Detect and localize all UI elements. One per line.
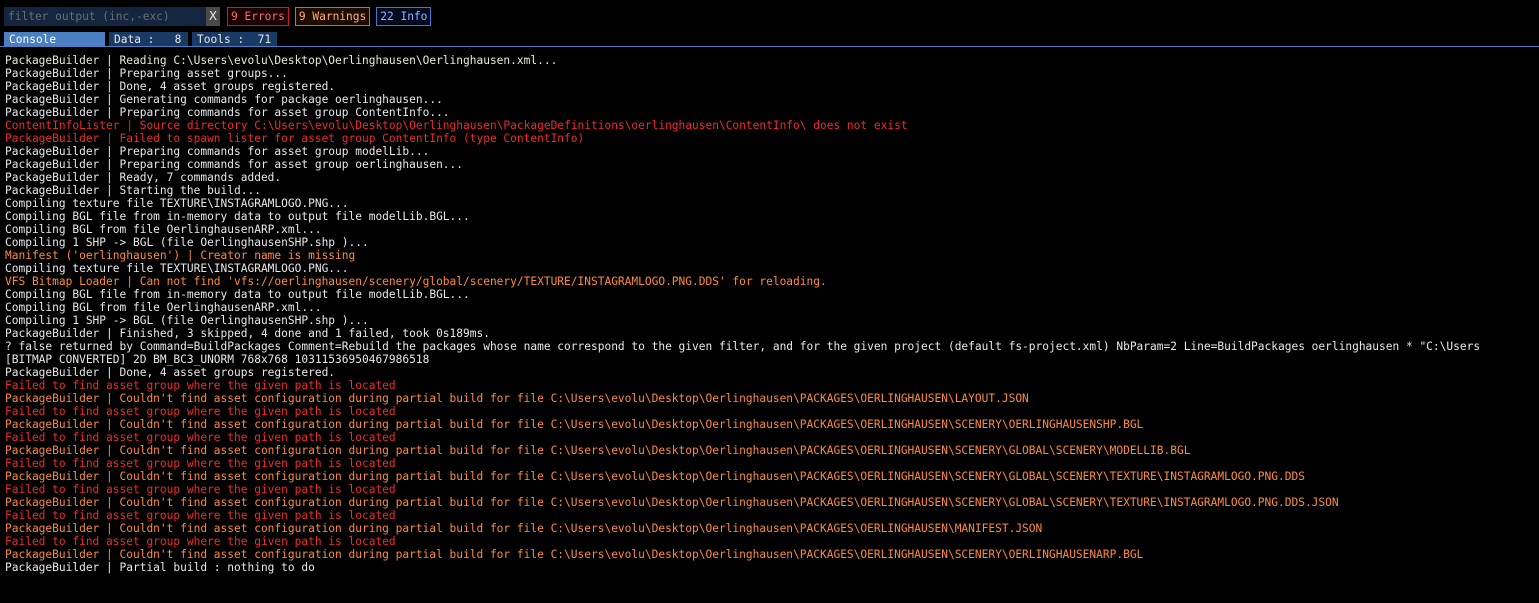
log-line-info: Compiling BGL file from in-memory data t… (5, 288, 470, 301)
tab-data[interactable]: Data : 8 (109, 32, 188, 47)
log-line-info: [BITMAP CONVERTED] 2D BM_BC3_UNORM 768x7… (5, 353, 430, 366)
log-line-info: PackageBuilder | Starting the build... (5, 184, 261, 197)
log-line-error: Failed to find asset group where the giv… (5, 431, 396, 444)
tab-bar: Console Data : 8 Tools : 71 (4, 32, 281, 47)
log-line-error: Failed to find asset group where the giv… (5, 483, 396, 496)
filter-box: X (4, 7, 220, 26)
log-line-warn: PackageBuilder | Couldn't find asset con… (5, 470, 1305, 483)
log-line-warn: PackageBuilder | Couldn't find asset con… (5, 418, 1144, 431)
tab-console[interactable]: Console (4, 32, 105, 47)
log-line-error: PackageBuilder | Failed to spawn lister … (5, 132, 585, 145)
console-output: PackageBuilder | Reading C:\Users\evolu\… (5, 54, 1539, 574)
log-line-info: Compiling 1 SHP -> BGL (file Oerlinghaus… (5, 236, 369, 249)
log-line-info: PackageBuilder | Reading C:\Users\evolu\… (5, 54, 558, 67)
toolbar: X 9 Errors 9 Warnings 22 Info (4, 7, 432, 26)
log-line-info: PackageBuilder | Partial build : nothing… (5, 561, 315, 574)
log-line-error: Failed to find asset group where the giv… (5, 379, 396, 392)
log-line-warn: PackageBuilder | Couldn't find asset con… (5, 444, 1191, 457)
filter-input[interactable] (4, 7, 204, 26)
log-line-info: PackageBuilder | Preparing commands for … (5, 158, 464, 171)
log-line-info: ? false returned by Command=BuildPackage… (5, 340, 1481, 353)
clear-filter-button[interactable]: X (206, 7, 220, 26)
log-line-info: PackageBuilder | Preparing commands for … (5, 145, 430, 158)
log-line-info: PackageBuilder | Finished, 3 skipped, 4 … (5, 327, 490, 340)
tab-divider (0, 46, 1539, 47)
log-line-info: PackageBuilder | Preparing commands for … (5, 106, 450, 119)
log-line-warn: PackageBuilder | Couldn't find asset con… (5, 522, 1043, 535)
log-line-info: PackageBuilder | Preparing asset groups.… (5, 67, 288, 80)
log-line-warn: PackageBuilder | Couldn't find asset con… (5, 548, 1144, 561)
log-line-info: PackageBuilder | Ready, 7 commands added… (5, 171, 282, 184)
log-line-info: PackageBuilder | Done, 4 asset groups re… (5, 80, 336, 93)
log-line-info: Compiling BGL file from in-memory data t… (5, 210, 470, 223)
warnings-filter-button[interactable]: 9 Warnings (294, 7, 371, 26)
log-line-info: Compiling texture file TEXTURE\INSTAGRAM… (5, 262, 349, 275)
log-line-error: Failed to find asset group where the giv… (5, 405, 396, 418)
log-line-warn: Manifest ('oerlinghausen') | Creator nam… (5, 249, 356, 262)
log-line-warn: PackageBuilder | Couldn't find asset con… (5, 496, 1339, 509)
log-line-info: Compiling BGL from file OerlinghausenARP… (5, 301, 322, 314)
log-line-info: PackageBuilder | Generating commands for… (5, 93, 443, 106)
log-line-info: Compiling BGL from file OerlinghausenARP… (5, 223, 322, 236)
log-line-info: Compiling 1 SHP -> BGL (file Oerlinghaus… (5, 314, 369, 327)
log-line-warn: PackageBuilder | Couldn't find asset con… (5, 392, 1029, 405)
log-line-info: PackageBuilder | Done, 4 asset groups re… (5, 366, 336, 379)
log-line-error: Failed to find asset group where the giv… (5, 457, 396, 470)
log-line-error: Failed to find asset group where the giv… (5, 535, 396, 548)
log-line-info: Compiling texture file TEXTURE\INSTAGRAM… (5, 197, 349, 210)
log-line-warn: VFS Bitmap Loader | Can not find 'vfs://… (5, 275, 827, 288)
log-line-error: Failed to find asset group where the giv… (5, 509, 396, 522)
info-filter-button[interactable]: 22 Info (376, 7, 432, 26)
log-line-error: ContentInfoLister | Source directory C:\… (5, 119, 908, 132)
errors-filter-button[interactable]: 9 Errors (227, 7, 289, 26)
tab-tools[interactable]: Tools : 71 (192, 32, 277, 47)
